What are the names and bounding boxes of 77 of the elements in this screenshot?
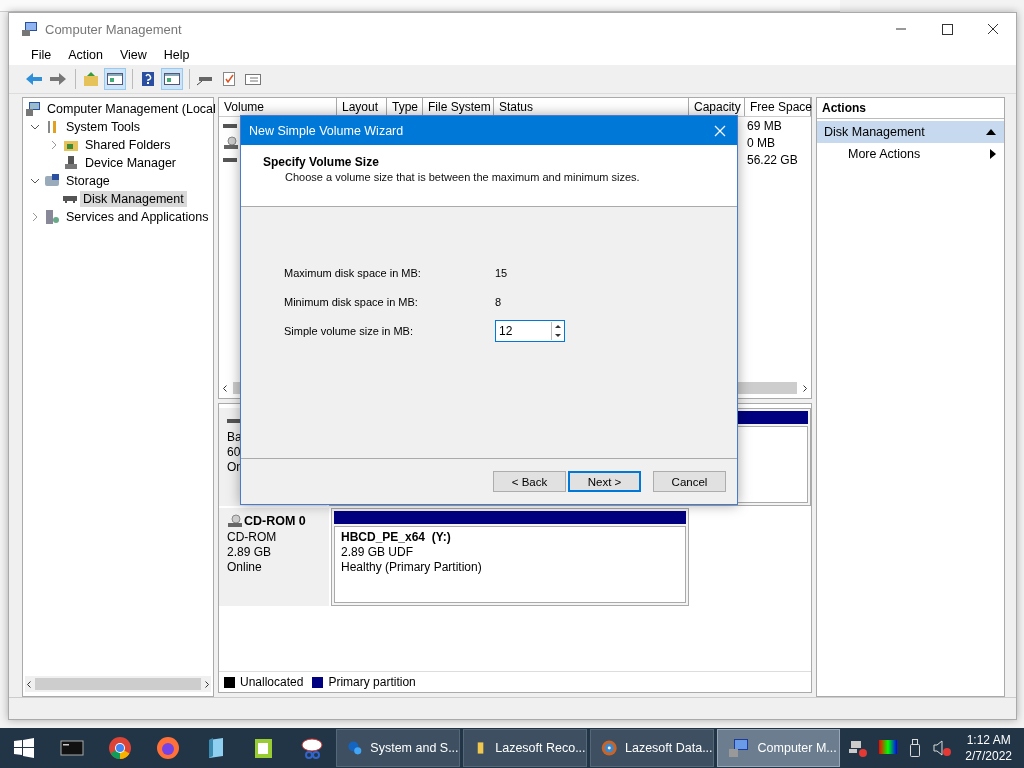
usb-drive-icon[interactable] bbox=[908, 738, 923, 758]
disk-info: 60 bbox=[227, 445, 242, 460]
taskbar-window-button[interactable]: Computer M... bbox=[716, 729, 841, 767]
field-value: 8 bbox=[495, 295, 502, 308]
tree-item[interactable]: Device Manager bbox=[82, 155, 179, 171]
close-icon[interactable] bbox=[714, 124, 726, 137]
cd-drive-icon bbox=[227, 514, 243, 528]
tree-item[interactable]: System Tools bbox=[63, 119, 144, 135]
scroll-right-icon[interactable] bbox=[205, 680, 209, 688]
tree-item[interactable]: Disk Management bbox=[80, 191, 187, 207]
field-label: Simple volume size in MB: bbox=[284, 324, 414, 337]
disk-info: Online bbox=[227, 560, 263, 575]
collapse-arrow-icon[interactable] bbox=[986, 128, 996, 136]
color-display-icon[interactable] bbox=[878, 739, 899, 757]
action-item[interactable]: More Actions bbox=[817, 143, 1004, 165]
network-disconnected-icon[interactable] bbox=[848, 738, 869, 758]
tree-item[interactable]: Computer Management (Local bbox=[44, 101, 219, 117]
drive-icon bbox=[223, 157, 237, 162]
field-value: 15 bbox=[495, 266, 508, 279]
cancel-button[interactable]: Cancel bbox=[653, 471, 726, 492]
submenu-arrow-icon bbox=[990, 149, 996, 159]
device-icon bbox=[63, 155, 79, 171]
step-heading: Specify Volume Size bbox=[263, 155, 380, 169]
taskbar-window-button[interactable]: System and S... bbox=[335, 729, 460, 767]
server-icon bbox=[44, 209, 60, 225]
cd-drive-icon bbox=[223, 135, 239, 150]
disk-info: CD-ROM bbox=[227, 530, 278, 545]
tree-item[interactable]: Storage bbox=[63, 173, 113, 189]
tree-item[interactable]: Shared Folders bbox=[82, 137, 174, 153]
clock-time[interactable]: 1:12 AM bbox=[966, 732, 1011, 748]
back-button[interactable]: < Back bbox=[493, 471, 566, 492]
table-cell-text: 0 MB bbox=[747, 135, 776, 150]
tree-item[interactable]: Services and Applications bbox=[63, 209, 212, 225]
menu-item[interactable]: Action bbox=[60, 48, 112, 62]
menu-item[interactable]: View bbox=[111, 48, 156, 62]
legend-label: Primary partition bbox=[328, 675, 416, 689]
table-cell-text: 69 MB bbox=[747, 118, 783, 133]
field-label: Maximum disk space in MB: bbox=[284, 266, 422, 279]
scroll-left-icon[interactable] bbox=[223, 384, 227, 392]
drive-icon bbox=[227, 419, 241, 423]
taskbar-window-button[interactable]: Lazesoft Data... bbox=[589, 729, 714, 767]
disk-info: 2.89 GB bbox=[227, 545, 273, 560]
computer-icon[interactable] bbox=[727, 737, 750, 759]
spin-down-icon[interactable] bbox=[555, 333, 561, 337]
windows-logo-icon[interactable] bbox=[13, 738, 34, 758]
field-label: Minimum disk space in MB: bbox=[284, 295, 419, 308]
storage-icon bbox=[44, 173, 60, 189]
browser-icon[interactable] bbox=[155, 736, 180, 760]
partition-info: Healthy (Primary Partition) bbox=[341, 560, 483, 575]
disk-drive-icon bbox=[63, 195, 77, 203]
window-title: Computer Management bbox=[45, 21, 182, 37]
horizontal-scrollbar[interactable] bbox=[25, 676, 211, 692]
legend-label: Unallocated bbox=[240, 675, 304, 689]
column-header[interactable]: Free Space bbox=[745, 98, 811, 116]
size-spinbox[interactable]: 12 bbox=[495, 319, 565, 342]
taskbar-window-button[interactable]: Lazesoft Reco... bbox=[462, 729, 587, 767]
menu-item[interactable]: File bbox=[23, 48, 61, 62]
spin-up-icon[interactable] bbox=[555, 324, 561, 328]
computer-icon bbox=[25, 101, 41, 117]
clock-date[interactable]: 2/7/2022 bbox=[965, 748, 1012, 764]
scroll-left-icon[interactable] bbox=[27, 680, 31, 688]
browser-icon[interactable] bbox=[107, 736, 132, 760]
dialog-title: New Simple Volume Wizard bbox=[249, 123, 404, 138]
sound-muted-icon[interactable] bbox=[932, 739, 953, 757]
next-button[interactable]: Next > bbox=[568, 471, 641, 492]
partition-info: 2.89 GB UDF bbox=[341, 545, 415, 560]
computer-icon bbox=[21, 21, 39, 37]
drive-icon bbox=[223, 123, 237, 128]
actions-section-header[interactable]: Disk Management bbox=[817, 121, 1004, 143]
step-description: Choose a volume size that is between the maximum and minimum sizes. bbox=[284, 171, 641, 183]
scissors-icon[interactable] bbox=[299, 736, 324, 760]
disk-name: CD-ROM 0 bbox=[244, 513, 306, 529]
partition-title: HBCD_PE_x64 (Y:) bbox=[341, 530, 452, 545]
scroll-right-icon[interactable] bbox=[803, 384, 807, 392]
table-cell-text: 56.22 GB bbox=[747, 152, 799, 167]
menu-item[interactable]: Help bbox=[155, 48, 199, 62]
actions-title: Actions bbox=[817, 98, 1004, 119]
